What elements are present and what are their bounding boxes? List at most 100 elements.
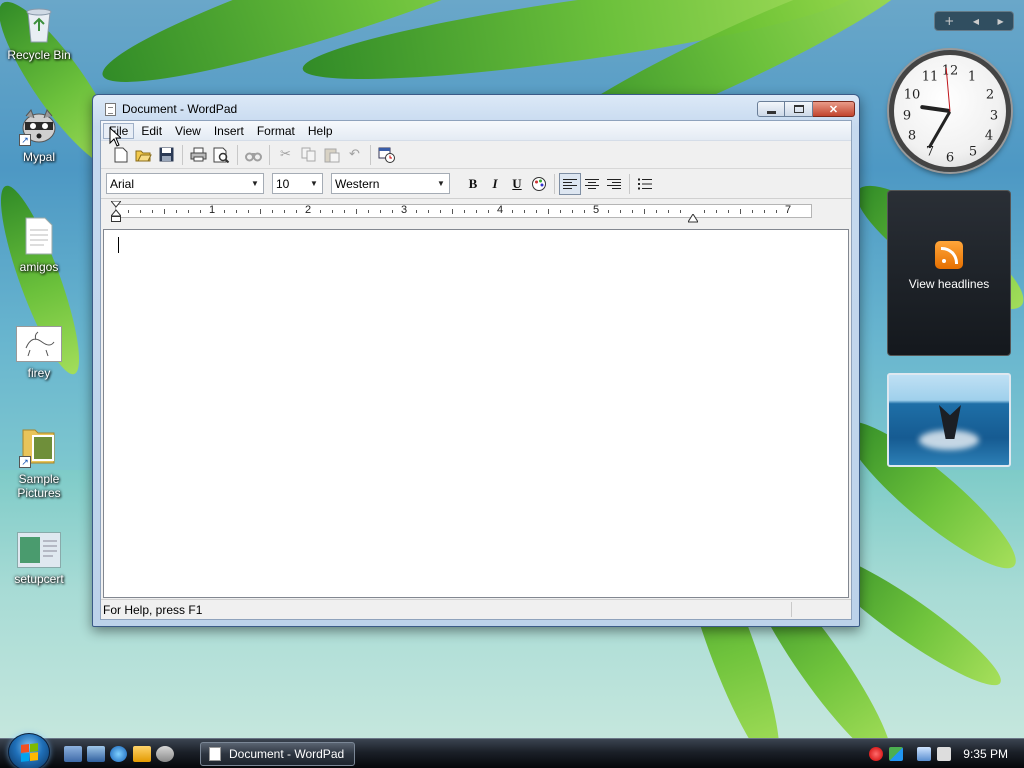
cut-icon[interactable]: ✂ — [274, 144, 297, 166]
print-preview-icon[interactable] — [210, 144, 233, 166]
ruler-label: 5 — [592, 204, 600, 216]
maximize-button[interactable] — [785, 101, 813, 117]
font-script-combo[interactable]: Western ▼ — [331, 173, 450, 194]
wordpad-client-area: File Edit View Insert Format Help ✂ ↶ Ar… — [100, 120, 852, 620]
desktop-icon-label: Recycle Bin — [7, 48, 71, 62]
menu-insert[interactable]: Insert — [208, 123, 250, 139]
sidebar-controls: + ◀ ▶ — [934, 11, 1014, 31]
status-bar: For Help, press F1 — [101, 599, 851, 619]
recycle-bin-icon — [19, 4, 59, 44]
underline-button[interactable]: U — [506, 173, 528, 195]
slideshow-gadget[interactable] — [887, 373, 1011, 467]
align-right-button[interactable] — [603, 173, 625, 195]
show-desktop-icon[interactable] — [64, 746, 82, 762]
network-icon[interactable] — [917, 747, 932, 761]
desktop-icon-label: Mypal — [22, 150, 55, 164]
left-indent-marker[interactable] — [109, 200, 123, 223]
desktop-icon-recycle-bin[interactable]: Recycle Bin — [0, 4, 78, 62]
font-color-button[interactable] — [528, 173, 550, 195]
toolbar-separator — [554, 173, 555, 194]
security-alert-icon[interactable] — [869, 747, 884, 761]
desktop-icon-label: setupcert — [14, 572, 64, 586]
text-file-icon — [19, 216, 59, 256]
standard-toolbar: ✂ ↶ — [101, 141, 851, 169]
start-button[interactable] — [8, 733, 50, 768]
italic-button[interactable]: I — [484, 173, 506, 195]
mouse-cursor-icon — [109, 127, 121, 147]
toolbar-separator — [629, 173, 630, 194]
pictures-folder-icon: ↗ — [19, 422, 59, 468]
toolbar-separator — [182, 144, 183, 165]
shortcut-arrow-icon: ↗ — [19, 134, 31, 146]
undo-icon[interactable]: ↶ — [343, 144, 366, 166]
align-left-button[interactable] — [559, 172, 581, 195]
media-player-icon[interactable] — [133, 746, 151, 762]
maximize-icon — [793, 105, 804, 113]
chevron-down-icon[interactable]: ▼ — [433, 174, 449, 193]
menu-help[interactable]: Help — [302, 123, 339, 139]
copy-icon[interactable] — [297, 144, 320, 166]
toolbar-separator — [370, 144, 371, 165]
document-editor[interactable] — [103, 229, 849, 598]
mypal-quicklaunch-icon[interactable] — [156, 746, 174, 762]
clock-time[interactable]: 9:35 PM — [963, 747, 1008, 761]
taskbar: Document - WordPad 9:35 PM — [0, 733, 1024, 768]
menu-format[interactable]: Format — [251, 123, 301, 139]
align-left-icon — [563, 178, 577, 189]
ruler-label: 7 — [784, 204, 792, 216]
open-icon[interactable] — [132, 144, 155, 166]
window-buttons: ✕ — [757, 101, 855, 117]
desktop-icon-mypal[interactable]: ↗ Mypal — [0, 106, 78, 164]
view-headlines-link[interactable]: View headlines — [888, 277, 1010, 291]
chevron-down-icon[interactable]: ▼ — [247, 174, 263, 193]
print-icon[interactable] — [187, 144, 210, 166]
clock-hour-hand — [920, 104, 951, 113]
desktop-icon-label: firey — [27, 366, 51, 380]
next-page-button[interactable]: ▶ — [998, 17, 1004, 26]
switch-windows-icon[interactable] — [87, 746, 105, 762]
toolbar-separator — [237, 144, 238, 165]
title-bar[interactable]: Document - WordPad ✕ — [93, 95, 859, 123]
align-center-button[interactable] — [581, 173, 603, 195]
windows-logo-icon — [21, 743, 38, 762]
menu-edit[interactable]: Edit — [135, 123, 168, 139]
desktop-icon-amigos[interactable]: amigos — [0, 216, 78, 274]
wordpad-document-icon — [209, 747, 221, 761]
desktop-icon-firey[interactable]: firey — [0, 326, 78, 380]
minimize-button[interactable] — [757, 101, 785, 117]
clock-gadget[interactable]: 12 1 2 3 4 5 6 7 8 9 10 11 — [889, 50, 1011, 172]
windows-security-icon[interactable] — [889, 747, 904, 761]
font-name-combo[interactable]: Arial ▼ — [106, 173, 264, 194]
bold-button[interactable]: B — [462, 173, 484, 195]
wordpad-window[interactable]: Document - WordPad ✕ File Edit View Inse… — [92, 94, 860, 627]
chevron-down-icon[interactable]: ▼ — [306, 174, 322, 193]
paste-icon[interactable] — [320, 144, 343, 166]
feed-headlines-gadget[interactable]: View headlines — [887, 190, 1011, 356]
save-icon[interactable] — [155, 144, 178, 166]
drawing-image-icon — [16, 326, 62, 362]
menu-bar: File Edit View Insert Format Help — [101, 121, 851, 141]
right-indent-marker[interactable] — [687, 208, 699, 223]
format-toolbar: Arial ▼ 10 ▼ Western ▼ B I U — [101, 169, 851, 199]
volume-muted-icon[interactable] — [937, 747, 952, 761]
bullets-button[interactable] — [634, 173, 656, 195]
font-size-combo[interactable]: 10 ▼ — [272, 173, 323, 194]
taskbar-wordpad-button[interactable]: Document - WordPad — [200, 742, 355, 766]
find-icon[interactable] — [242, 144, 265, 166]
add-gadget-button[interactable]: + — [944, 14, 954, 28]
close-icon: ✕ — [828, 103, 839, 116]
previous-page-button[interactable]: ◀ — [973, 17, 979, 26]
close-button[interactable]: ✕ — [813, 101, 855, 117]
menu-view[interactable]: View — [169, 123, 207, 139]
ruler[interactable]: 1 2 3 4 5 7 — [109, 200, 812, 223]
ruler-label: 4 — [496, 204, 504, 216]
desktop-icon-label: Sample Pictures — [17, 472, 61, 500]
internet-explorer-icon[interactable] — [110, 746, 127, 762]
toolbar-separator — [269, 144, 270, 165]
bullets-icon — [638, 178, 652, 189]
insert-date-time-icon[interactable] — [375, 144, 398, 166]
desktop-icon-sample-pictures[interactable]: ↗ Sample Pictures — [0, 422, 78, 500]
setup-window-icon — [17, 532, 61, 568]
font-name-value: Arial — [110, 176, 135, 191]
desktop-icon-setupcert[interactable]: setupcert — [0, 532, 78, 586]
